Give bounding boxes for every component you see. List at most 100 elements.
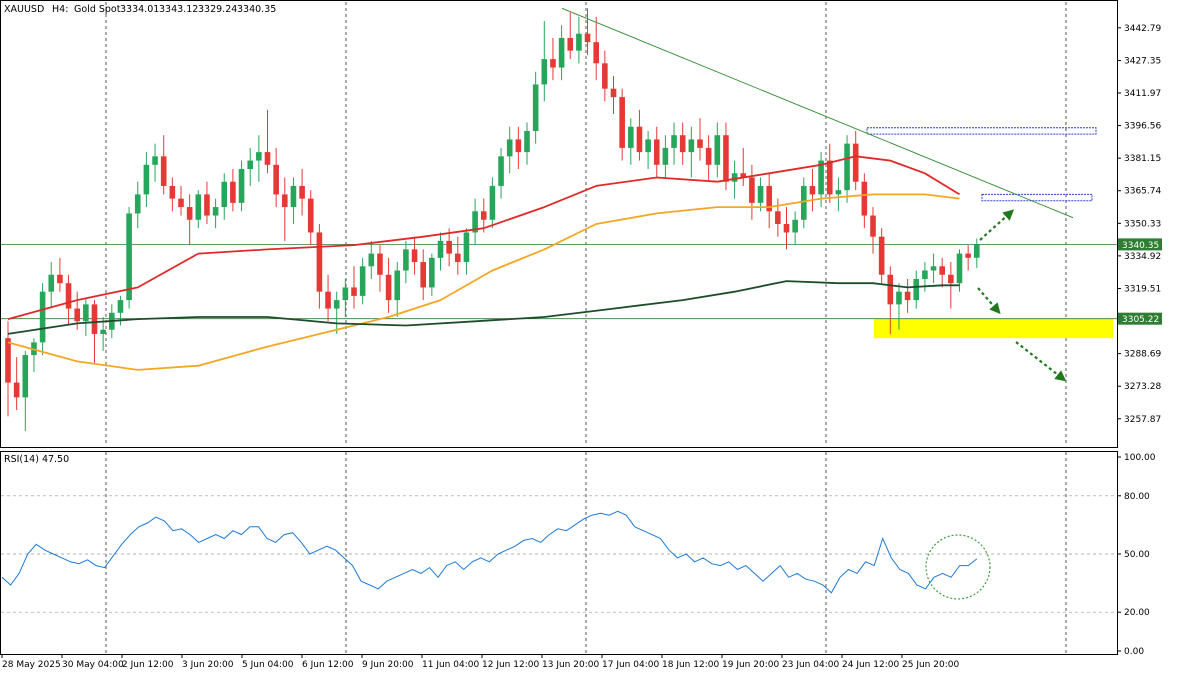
rsi-line — [1, 510, 978, 594]
candle-body — [844, 143, 850, 191]
ma-fast-line — [7, 155, 960, 320]
candle-body — [593, 42, 599, 64]
candle-body — [117, 300, 124, 313]
candles — [5, 8, 980, 432]
candle-body — [619, 97, 625, 148]
candle-body — [645, 139, 651, 153]
candle-body — [455, 253, 461, 263]
candle-body — [705, 147, 712, 165]
candle-body — [714, 135, 721, 165]
candle-body — [333, 300, 340, 309]
time-tick-label: 9 Jun 20:00 — [362, 660, 414, 670]
candle-body — [22, 355, 29, 398]
price-tick-label: 3257.87 — [1124, 415, 1161, 425]
candle-body — [498, 156, 504, 186]
price-tag-label: 3305.22 — [1122, 315, 1159, 325]
time-tick-label: 5 Jun 04:00 — [242, 660, 294, 670]
price-tick-label: 3350.33 — [1124, 219, 1161, 229]
symbol-label: XAUUSD — [4, 4, 44, 15]
candle-body — [870, 215, 876, 237]
candle-body — [420, 262, 426, 288]
price-tick-label: 3334.92 — [1124, 252, 1161, 262]
rsi-tick-label: 20.00 — [1124, 608, 1150, 618]
time-axis: 28 May 2025 30 May 04:002 Jun 12:00 3 Jun … — [1, 654, 959, 670]
candle-body — [377, 253, 383, 275]
candle-body — [939, 266, 945, 275]
zones — [866, 127, 1113, 339]
candle-body — [913, 278, 920, 301]
trendline — [561, 7, 1074, 219]
time-tick-label: 25 Jun 20:00 — [902, 660, 959, 670]
rsi-highlight-circle — [925, 534, 991, 600]
time-tick-label: 17 Jun 04:00 — [602, 660, 659, 670]
candle-body — [679, 135, 686, 153]
rsi-tick-label: 50.00 — [1124, 550, 1150, 560]
candle-body — [653, 139, 660, 165]
candle-body — [532, 84, 539, 131]
high-value: 3343.12 — [159, 4, 198, 15]
candle-body — [809, 185, 816, 195]
price-tick-label: 3442.79 — [1124, 24, 1161, 34]
price-tick-label: 3396.56 — [1124, 122, 1161, 132]
time-tick-label: 11 Jun 04:00 — [422, 660, 479, 670]
candle-body — [65, 283, 72, 309]
description-label: Gold Spot — [74, 4, 121, 15]
candle-body — [602, 63, 608, 89]
candle-body — [662, 147, 669, 165]
candle-body — [134, 194, 141, 214]
candle-body — [238, 169, 245, 203]
time-tick-label: 28 May 2025 — [2, 660, 61, 670]
open-value: 3334.01 — [120, 4, 159, 15]
candle-body — [576, 33, 582, 51]
price-axis: 3442.79 3427.35 3411.97 3396.56 3381.15 3365.… — [1117, 24, 1162, 657]
time-tick-label: 12 Jun 12:00 — [482, 660, 539, 670]
candle-body — [368, 253, 375, 267]
candle-body — [57, 274, 63, 284]
candle-body — [506, 139, 513, 157]
candle-body — [290, 185, 297, 208]
rsi-tick-label: 80.00 — [1124, 492, 1150, 502]
main-panel-frame — [0, 0, 1118, 448]
candle-body — [636, 126, 643, 153]
price-chart: 3442.79 3427.35 3411.97 3396.56 3381.15 3365.… — [0, 0, 1162, 670]
candle-body — [697, 139, 703, 148]
time-tick-label: 3 Jun 20:00 — [182, 660, 234, 670]
candle-body — [48, 274, 55, 292]
candle-body — [74, 308, 80, 322]
candle-body — [204, 194, 210, 216]
candle-body — [956, 253, 963, 284]
candle-body — [801, 185, 807, 220]
candle-body — [480, 211, 487, 220]
candle-body — [757, 185, 764, 203]
candle-body — [861, 181, 868, 216]
projection-arrows — [977, 209, 1067, 382]
rsi-indicator — [1, 495, 1117, 613]
candle-body — [264, 152, 271, 165]
candle-body — [446, 240, 452, 254]
moving-averages — [7, 155, 960, 371]
candle-body — [567, 37, 574, 51]
price-tick-label: 3427.35 — [1124, 56, 1161, 66]
candle-body — [429, 257, 435, 288]
projection-arrow — [979, 209, 1015, 241]
candle-body — [403, 249, 409, 271]
candle-body — [39, 291, 46, 343]
candle-body — [896, 291, 902, 305]
chart-container: 3442.79 3427.35 3411.97 3396.56 3381.15 3365.… — [0, 0, 1200, 675]
candle-body — [256, 152, 262, 161]
candle-body — [783, 224, 790, 233]
price-tick-label: 3381.15 — [1124, 154, 1161, 164]
candle-body — [948, 274, 954, 284]
time-tick-label: 24 Jun 12:00 — [842, 660, 899, 670]
candle-body — [411, 249, 418, 263]
trendline-layer — [561, 7, 1074, 219]
price-tag-label: 3340.35 — [1122, 241, 1159, 251]
time-tick-label: 13 Jun 20:00 — [542, 660, 599, 670]
time-tick-label: 30 May 04:00 — [62, 660, 124, 670]
candle-body — [100, 329, 106, 334]
low-value: 3329.24 — [198, 4, 237, 15]
candle-body — [904, 291, 911, 301]
candle-body — [273, 164, 279, 195]
candle-body — [307, 198, 314, 233]
candle-body — [359, 266, 366, 296]
